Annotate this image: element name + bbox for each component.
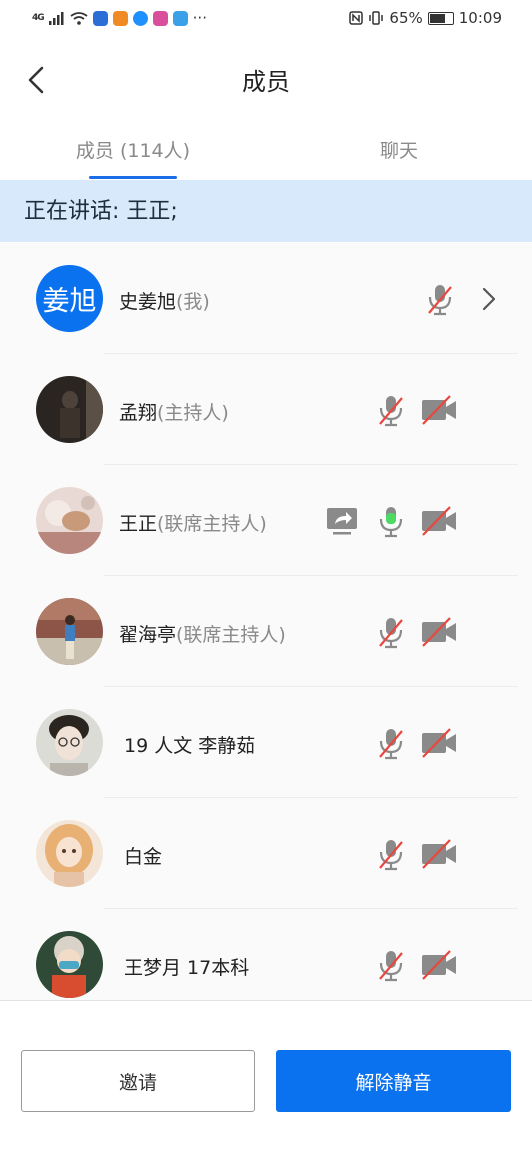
avatar <box>36 376 103 443</box>
avatar: 姜旭 <box>36 265 103 332</box>
mic-muted-icon[interactable] <box>372 614 410 650</box>
camera-off-icon[interactable] <box>420 614 458 650</box>
camera-off-icon[interactable] <box>420 836 458 872</box>
member-name-text: 王梦月 17本科 <box>124 957 250 979</box>
status-bar: 4G ··· 65% 10:09 <box>0 0 532 36</box>
more-notifications-icon: ··· <box>192 9 207 27</box>
member-row[interactable]: 王正(联席主持人) <box>0 465 532 576</box>
member-name-text: 孟翔 <box>119 402 158 424</box>
page-title: 成员 <box>242 68 290 96</box>
member-row[interactable]: 王梦月 17本科 <box>0 909 532 1000</box>
app-notification-icon <box>152 10 168 26</box>
speaking-banner: 正在讲话: 王正; <box>0 180 532 242</box>
members-screen: 4G ··· 65% 10:09 成员 成员 (114人) 聊天 正在讲话: 王… <box>0 0 532 1153</box>
avatar <box>36 487 103 554</box>
member-role: (主持人) <box>157 402 229 424</box>
member-name: 翟海亭(联席主持人) <box>119 620 286 647</box>
avatar <box>36 820 103 887</box>
vibrate-icon <box>369 11 384 25</box>
battery-percent: 65% <box>389 9 423 27</box>
mic-muted-icon[interactable] <box>372 947 410 983</box>
member-name: 王正(联席主持人) <box>119 509 267 536</box>
bottom-action-bar: 邀请 解除静音 <box>0 1000 532 1153</box>
member-name-text: 白金 <box>124 846 163 868</box>
mic-muted-icon[interactable] <box>372 836 410 872</box>
member-role: (联席主持人) <box>157 513 267 535</box>
status-right: 65% 10:09 <box>349 9 502 27</box>
member-name-text: 史姜旭 <box>119 291 177 313</box>
member-name: 19 人文 李静茹 <box>124 731 255 758</box>
avatar <box>36 598 103 665</box>
camera-off-icon[interactable] <box>420 392 458 428</box>
tab-bar: 成员 (114人) 聊天 <box>0 120 532 180</box>
battery-icon <box>427 11 454 25</box>
app-notification-icon <box>172 10 188 26</box>
members-list[interactable]: 姜旭 史姜旭(我) 孟翔(主持人) 王正(联席主持人) 翟海亭(联席主持人) 1… <box>0 243 532 1000</box>
member-name: 白金 <box>124 842 162 869</box>
camera-off-icon[interactable] <box>420 725 458 761</box>
chevron-right-icon[interactable] <box>470 281 508 317</box>
tab-chat[interactable]: 聊天 <box>266 136 532 163</box>
tab-indicator <box>89 176 177 179</box>
signal-label: 4G <box>32 13 45 23</box>
member-name: 史姜旭(我) <box>119 287 210 314</box>
app-notification-icon <box>132 10 148 26</box>
app-notification-icon <box>92 10 108 26</box>
camera-off-icon[interactable] <box>420 503 458 539</box>
unmute-all-button[interactable]: 解除静音 <box>276 1050 511 1112</box>
invite-button[interactable]: 邀请 <box>21 1050 255 1112</box>
member-row[interactable]: 白金 <box>0 798 532 909</box>
mic-muted-icon[interactable] <box>372 725 410 761</box>
camera-off-icon[interactable] <box>420 947 458 983</box>
mic-muted-icon[interactable] <box>421 281 459 317</box>
mic-active-icon[interactable] <box>372 503 410 539</box>
avatar <box>36 709 103 776</box>
member-name: 孟翔(主持人) <box>119 398 229 425</box>
member-role: (我) <box>176 291 210 313</box>
header: 成员 <box>0 40 532 118</box>
avatar <box>36 931 103 998</box>
member-row[interactable]: 孟翔(主持人) <box>0 354 532 465</box>
member-name-text: 翟海亭 <box>119 624 177 646</box>
clock: 10:09 <box>458 9 502 27</box>
tab-members[interactable]: 成员 (114人) <box>0 136 266 163</box>
member-name-text: 19 人文 李静茹 <box>124 735 256 757</box>
mic-muted-icon[interactable] <box>372 392 410 428</box>
wifi-icon <box>70 11 88 25</box>
nfc-icon <box>349 11 364 25</box>
member-row-self[interactable]: 姜旭 史姜旭(我) <box>0 243 532 354</box>
status-left: 4G ··· <box>32 9 207 27</box>
screen-share-icon[interactable] <box>323 503 361 539</box>
member-role: (联席主持人) <box>176 624 286 646</box>
member-name: 王梦月 17本科 <box>124 953 249 980</box>
member-row[interactable]: 19 人文 李静茹 <box>0 687 532 798</box>
signal-bars-icon <box>48 11 64 25</box>
member-name-text: 王正 <box>119 513 158 535</box>
member-row[interactable]: 翟海亭(联席主持人) <box>0 576 532 687</box>
app-notification-icon <box>112 10 128 26</box>
